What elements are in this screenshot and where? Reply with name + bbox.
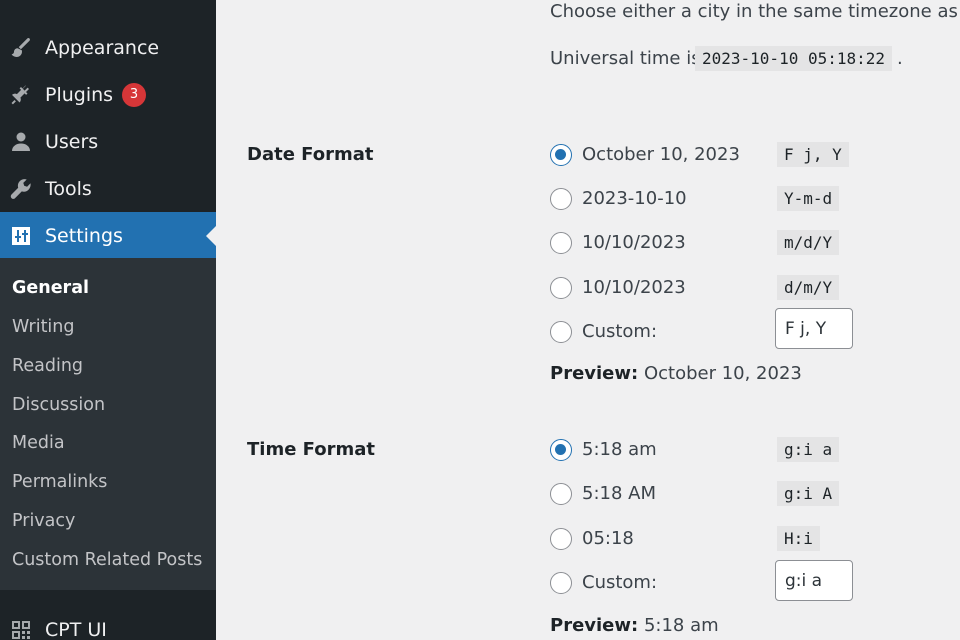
preview-label: Preview: xyxy=(550,615,639,636)
date-format-radio-2[interactable] xyxy=(550,188,572,210)
submenu-item-discussion[interactable]: Discussion xyxy=(12,395,105,415)
date-format-code: Y-m-d xyxy=(777,186,840,211)
time-format-code: g:i a xyxy=(777,437,840,462)
date-format-custom-label[interactable]: Custom: xyxy=(582,321,657,342)
time-format-code: g:i A xyxy=(777,481,840,506)
utc-prefix: Universal time is xyxy=(550,48,701,69)
date-format-code: F j, Y xyxy=(777,142,849,167)
menu-item-cpt-ui[interactable]: CPT UI xyxy=(0,606,216,640)
preview-label: Preview: xyxy=(550,363,639,384)
plug-icon xyxy=(8,82,34,108)
utc-suffix: . xyxy=(897,48,903,69)
time-format-radio-2[interactable] xyxy=(550,483,572,505)
date-format-radio-4[interactable] xyxy=(550,277,572,299)
settings-main: Choose either a city in the same timezon… xyxy=(216,0,960,640)
date-format-option-label[interactable]: 10/10/2023 xyxy=(582,277,686,298)
timezone-hint: Choose either a city in the same timezon… xyxy=(550,1,960,22)
preview-value: October 10, 2023 xyxy=(643,363,802,384)
date-format-label: Date Format xyxy=(247,144,374,165)
cpt-ui-icon xyxy=(8,617,34,640)
time-format-radio-1[interactable] xyxy=(550,439,572,461)
menu-item-appearance[interactable]: Appearance xyxy=(0,24,216,71)
submenu-item-custom-related-posts[interactable]: Custom Related Posts xyxy=(12,550,202,570)
menu-label: Appearance xyxy=(45,36,160,59)
menu-item-users[interactable]: Users xyxy=(0,118,216,165)
date-format-radio-3[interactable] xyxy=(550,232,572,254)
submenu-item-general[interactable]: General xyxy=(12,278,89,298)
update-count-badge: 3 xyxy=(122,82,147,107)
time-format-option-label[interactable]: 5:18 AM xyxy=(582,483,656,504)
menu-item-settings[interactable]: Settings xyxy=(0,212,216,259)
date-format-code: m/d/Y xyxy=(777,230,840,255)
date-format-option-label[interactable]: 10/10/2023 xyxy=(582,232,686,253)
time-format-radio-custom[interactable] xyxy=(550,572,572,594)
submenu-item-privacy[interactable]: Privacy xyxy=(12,511,75,531)
date-format-code: d/m/Y xyxy=(777,275,840,300)
time-format-custom-label[interactable]: Custom: xyxy=(582,572,657,593)
admin-sidebar: Appearance Plugins 3 Users Tools Setting… xyxy=(0,0,216,640)
paintbrush-icon xyxy=(8,35,34,61)
menu-label: CPT UI xyxy=(45,618,107,640)
date-format-custom-input[interactable] xyxy=(775,308,853,349)
time-format-option-label[interactable]: 5:18 am xyxy=(582,439,657,460)
menu-label: Users xyxy=(45,130,99,153)
submenu-item-reading[interactable]: Reading xyxy=(12,356,83,376)
time-format-custom-input[interactable] xyxy=(775,560,853,601)
submenu-item-permalinks[interactable]: Permalinks xyxy=(12,472,107,492)
time-format-radio-3[interactable] xyxy=(550,528,572,550)
time-format-preview: Preview: 5:18 am xyxy=(550,615,719,636)
submenu-item-media[interactable]: Media xyxy=(12,433,65,453)
submenu-item-writing[interactable]: Writing xyxy=(12,317,75,337)
menu-label: Tools xyxy=(45,177,92,200)
utc-time-code: 2023-10-10 05:18:22 xyxy=(695,46,893,71)
date-format-radio-1[interactable] xyxy=(550,144,572,166)
date-format-radio-custom[interactable] xyxy=(550,321,572,343)
menu-label: Plugins xyxy=(45,83,114,106)
date-format-option-label[interactable]: October 10, 2023 xyxy=(582,144,740,165)
date-format-option-label[interactable]: 2023-10-10 xyxy=(582,188,687,209)
menu-item-tools[interactable]: Tools xyxy=(0,165,216,212)
date-format-preview: Preview: October 10, 2023 xyxy=(550,363,802,384)
user-icon xyxy=(8,129,34,155)
time-format-label: Time Format xyxy=(247,439,375,460)
time-format-option-label[interactable]: 05:18 xyxy=(582,528,634,549)
time-format-code: H:i xyxy=(777,526,820,551)
settings-submenu: General Writing Reading Discussion Media… xyxy=(0,258,216,590)
menu-item-plugins[interactable]: Plugins 3 xyxy=(0,71,216,118)
settings-icon xyxy=(8,223,34,249)
wrench-icon xyxy=(8,176,34,202)
preview-value: 5:18 am xyxy=(643,615,719,636)
menu-label: Settings xyxy=(45,224,123,247)
